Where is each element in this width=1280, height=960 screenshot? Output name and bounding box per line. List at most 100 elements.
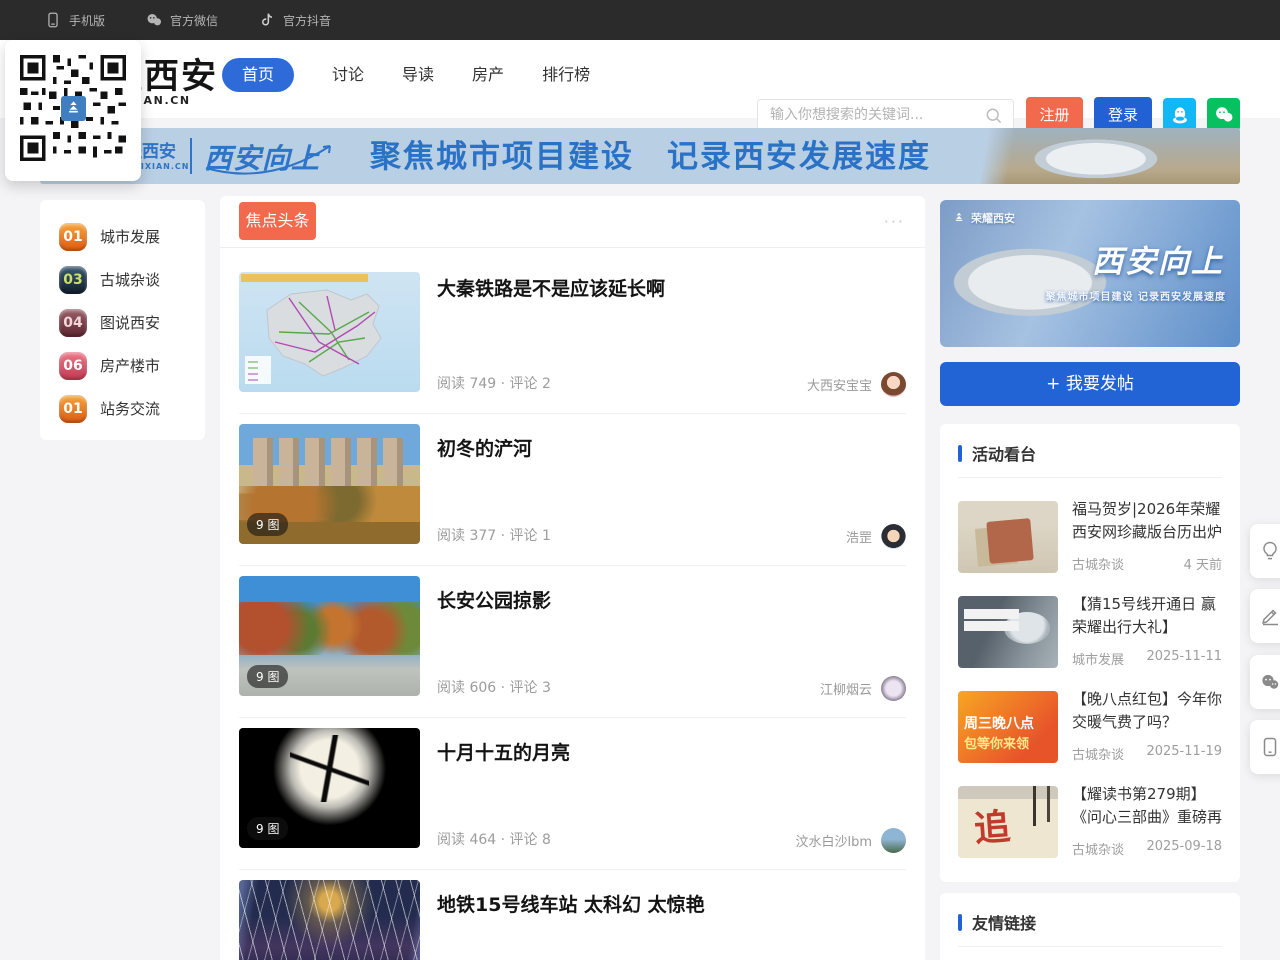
- article-author[interactable]: 浩罡: [846, 524, 906, 549]
- category-label: 古城杂谈: [100, 269, 160, 290]
- category-item-photo[interactable]: 04 图说西安: [40, 301, 205, 344]
- activity-item[interactable]: 周三晚八点 包等你来领 【晚八点红包】今年你交暖气费了吗？ 古城杂谈 2025-…: [958, 691, 1222, 763]
- links-header: 友情链接: [940, 893, 1240, 946]
- activity-item[interactable]: 【猜15号线开通日 赢荣耀出行大礼】 城市发展 2025-11-11: [958, 596, 1222, 668]
- category-item-chat[interactable]: 03 古城杂谈: [40, 258, 205, 301]
- lightbulb-icon: [1259, 540, 1280, 562]
- activity-thumb[interactable]: [958, 501, 1058, 573]
- topbar: 手机版 官方微信 官方抖音: [0, 0, 1280, 40]
- activity-thumb[interactable]: 追: [958, 786, 1058, 858]
- nav-tab-home[interactable]: 首页: [222, 58, 294, 92]
- feed-tab-hot[interactable]: 焦点头条: [239, 202, 316, 240]
- activity-item[interactable]: 福马贺岁|2026年荣耀西安网珍藏版台历出炉 古城杂谈 4 天前: [958, 501, 1222, 573]
- text-chip-graphic: [964, 609, 1019, 619]
- search-input[interactable]: [758, 100, 1013, 130]
- phone-icon: [44, 11, 62, 29]
- promo-banner[interactable]: 荣耀西安 WWW.IXIAN.CN 西安向上 聚焦城市项目建设 记录西安发展速度: [40, 128, 1240, 184]
- activity-item-title[interactable]: 【耀读书第279期】《问心三部曲》重磅再版: [1072, 783, 1222, 829]
- activity-category[interactable]: 古城杂谈: [1072, 554, 1124, 573]
- activity-item-meta: 古城杂谈 2025-09-18: [1072, 839, 1222, 858]
- activity-item-meta: 古城杂谈 2025-11-19: [1072, 744, 1222, 763]
- douyin-icon: [258, 11, 276, 29]
- activity-card: 活动看台 福马贺岁|2026年荣耀西安网珍藏版台历出炉 古城杂谈 4 天前 【猜…: [940, 424, 1240, 882]
- article-row: 地铁15号线车站 太科幻 太惊艳: [239, 870, 906, 960]
- activity-thumb[interactable]: 周三晚八点 包等你来领: [958, 691, 1058, 763]
- activity-category[interactable]: 古城杂谈: [1072, 744, 1124, 763]
- article-thumb[interactable]: 9 图: [239, 728, 420, 848]
- article-meta: 阅读 606 · 评论 3: [437, 677, 551, 697]
- china-map-graphic: [239, 272, 420, 392]
- feed-header: 焦点头条 ···: [220, 196, 925, 248]
- activity-thumb[interactable]: [958, 596, 1058, 668]
- article-thumb[interactable]: [239, 272, 420, 392]
- nav-tab-discuss[interactable]: 讨论: [332, 58, 364, 92]
- article-row: 9 图 初冬的浐河 阅读 377 · 评论 1 浩罡: [239, 414, 906, 566]
- pagoda-icon: [64, 99, 83, 118]
- branch-graphic: [290, 735, 370, 802]
- category-card: 01 城市发展 03 古城杂谈 04 图说西安 06 房产楼市 01 站务交流: [40, 200, 205, 440]
- activity-title: 活动看台: [972, 441, 1036, 465]
- tool-wechat-button[interactable]: [1250, 655, 1280, 709]
- wechat-login-button[interactable]: [1207, 98, 1240, 131]
- avatar: [881, 828, 906, 853]
- banner-swoosh-icon: [198, 134, 348, 180]
- activity-date: 2025-11-19: [1146, 744, 1222, 763]
- article-title[interactable]: 地铁15号线车站 太科幻 太惊艳: [437, 892, 776, 919]
- activity-item-title[interactable]: 【猜15号线开通日 赢荣耀出行大礼】: [1072, 593, 1222, 639]
- article-title[interactable]: 初冬的浐河: [437, 436, 776, 463]
- activity-header: 活动看台: [940, 424, 1240, 477]
- activity-date: 4 天前: [1184, 554, 1222, 573]
- activity-category[interactable]: 古城杂谈: [1072, 839, 1124, 858]
- banner-photo: [978, 128, 1240, 184]
- activity-item-title[interactable]: 【晚八点红包】今年你交暖气费了吗？: [1072, 688, 1222, 734]
- banner-divider: [190, 138, 192, 174]
- article-title[interactable]: 十月十五的月亮: [437, 740, 776, 767]
- category-badge: 04: [59, 309, 87, 337]
- activity-date: 2025-09-18: [1146, 839, 1222, 858]
- section-title-bar: [958, 445, 962, 462]
- tool-write-post-button[interactable]: [1250, 589, 1280, 643]
- topbar-wechat-link[interactable]: 官方微信: [145, 11, 218, 29]
- article-thumb[interactable]: 9 图: [239, 576, 420, 696]
- category-item-city[interactable]: 01 城市发展: [40, 215, 205, 258]
- article-author[interactable]: 大西安宝宝: [807, 372, 906, 397]
- nav-tab-ranking[interactable]: 排行榜: [542, 58, 590, 92]
- article-thumb[interactable]: [239, 880, 420, 960]
- search-box: [757, 99, 1014, 131]
- author-name: 江柳烟云: [820, 679, 872, 698]
- category-badge: 03: [59, 266, 87, 294]
- article-thumb[interactable]: 9 图: [239, 424, 420, 544]
- tool-feedback-button[interactable]: [1250, 524, 1280, 578]
- topbar-mobile-link[interactable]: 手机版: [44, 11, 105, 29]
- main-nav: 首页 讨论 导读 房产 排行榜: [222, 58, 590, 92]
- wechat-icon: [145, 11, 163, 29]
- activity-category[interactable]: 城市发展: [1072, 649, 1124, 668]
- wechat-icon: [1259, 671, 1280, 693]
- activity-date: 2025-11-11: [1146, 649, 1222, 668]
- category-badge: 06: [59, 352, 87, 380]
- article-author[interactable]: 江柳烟云: [820, 676, 906, 701]
- category-item-house[interactable]: 06 房产楼市: [40, 344, 205, 387]
- avatar: [881, 524, 906, 549]
- article-row: 大秦铁路是不是应该延长啊 阅读 749 · 评论 2 大西安宝宝: [239, 248, 906, 414]
- author-name: 浩罡: [846, 527, 872, 546]
- category-badge: 01: [59, 395, 87, 423]
- topbar-douyin-label: 官方抖音: [283, 12, 331, 29]
- topbar-douyin-link[interactable]: 官方抖音: [258, 11, 331, 29]
- right-promo-banner[interactable]: 荣耀西安 西安向上 聚焦城市项目建设 记录西安发展速度: [940, 200, 1240, 347]
- activity-item-title[interactable]: 福马贺岁|2026年荣耀西安网珍藏版台历出炉: [1072, 498, 1222, 544]
- article-title[interactable]: 大秦铁路是不是应该延长啊: [437, 276, 776, 303]
- category-item-site[interactable]: 01 站务交流: [40, 387, 205, 430]
- new-post-button[interactable]: + 我要发帖: [940, 362, 1240, 406]
- tool-mobile-button[interactable]: [1250, 720, 1280, 774]
- nav-tab-property[interactable]: 房产: [472, 58, 504, 92]
- search-icon[interactable]: [984, 106, 1004, 126]
- qq-login-button[interactable]: [1163, 98, 1196, 131]
- activity-item[interactable]: 追 【耀读书第279期】《问心三部曲》重磅再版 古城杂谈 2025-09-18: [958, 786, 1222, 858]
- nav-tab-guide[interactable]: 导读: [402, 58, 434, 92]
- map-label-strip: [241, 274, 368, 282]
- article-author[interactable]: 汶水白沙lbm: [795, 828, 906, 853]
- feed-card: 焦点头条 ··· 大秦铁路是不是应该延长啊 阅读 749 · 评论 2 大西安宝…: [220, 196, 925, 960]
- feed-more-button[interactable]: ···: [884, 212, 905, 231]
- article-title[interactable]: 长安公园掠影: [437, 588, 776, 615]
